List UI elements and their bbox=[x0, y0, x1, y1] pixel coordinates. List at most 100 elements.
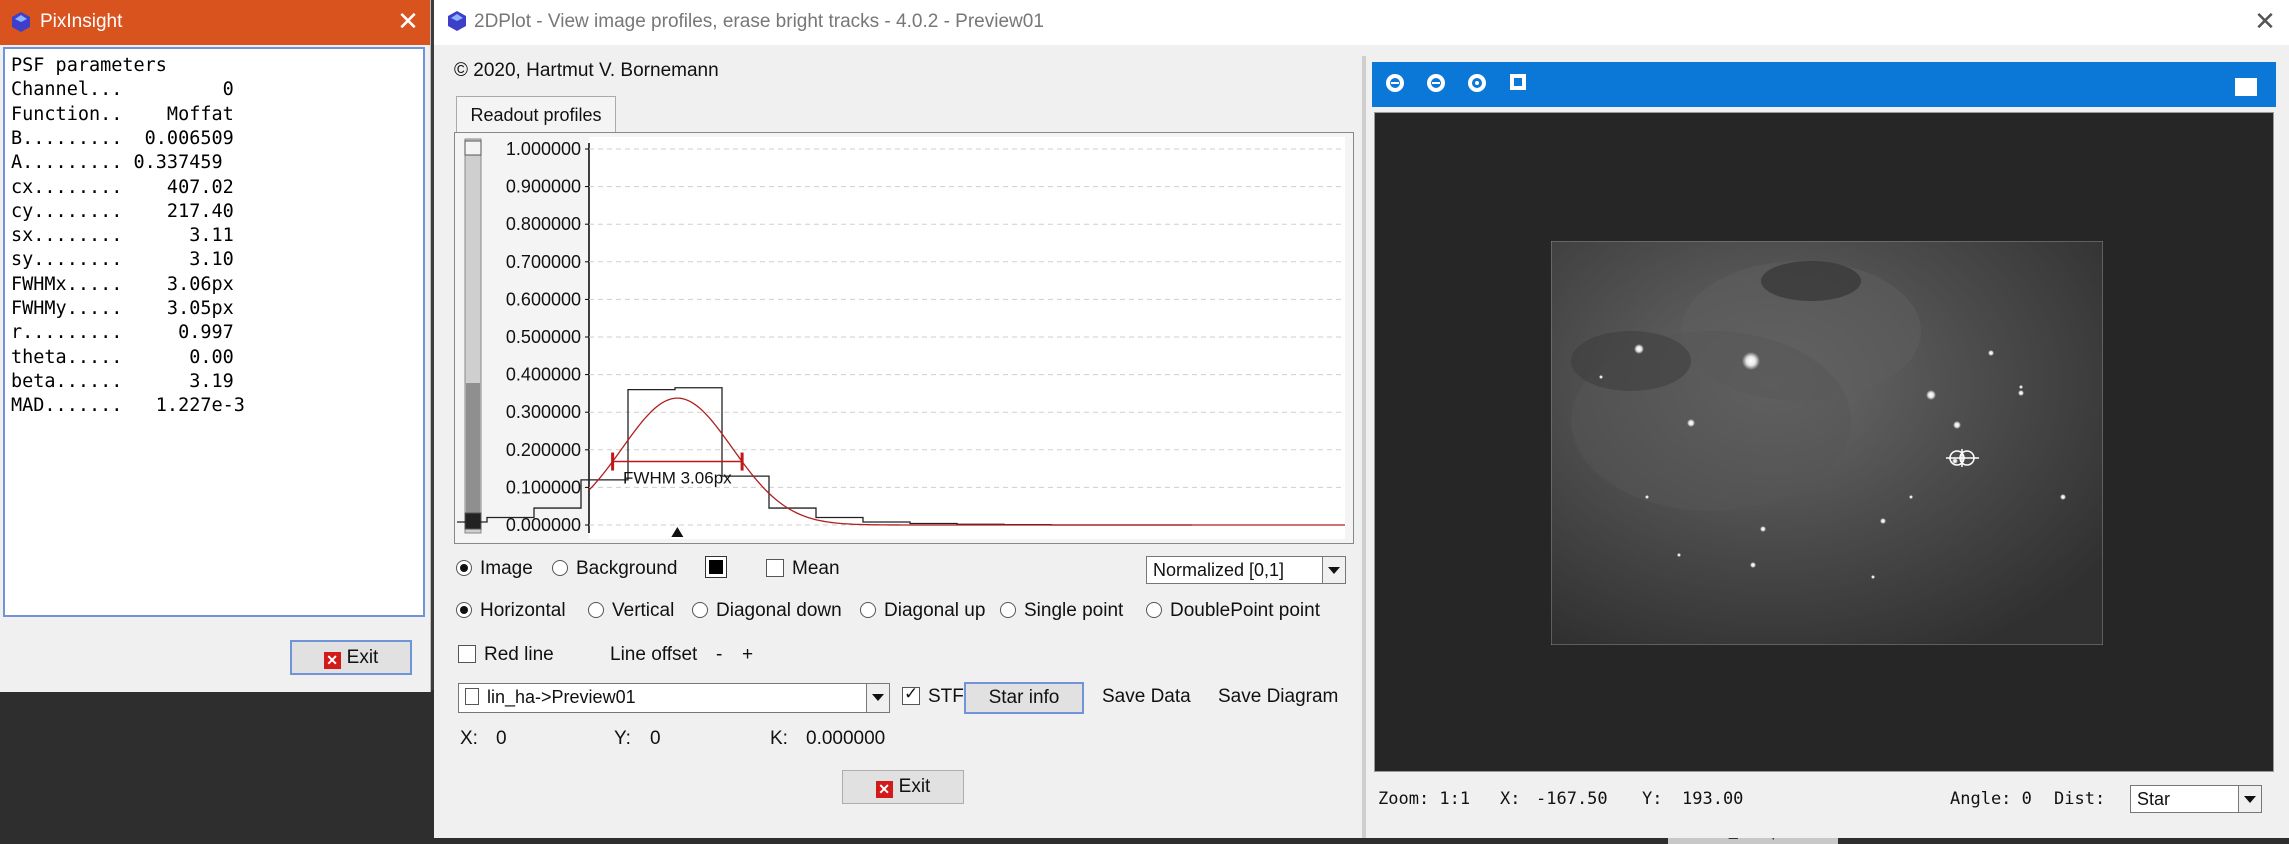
astro-image bbox=[1551, 241, 2103, 645]
red-line-checkbox-box bbox=[458, 645, 476, 663]
diagonal-up-radio[interactable]: Diagonal up bbox=[860, 600, 985, 622]
single-point-radio-dot bbox=[1000, 602, 1016, 618]
viewer-statusbar: Zoom: 1:1 X: -167.50 Y: 193.00 Angle: 0 … bbox=[1372, 778, 2276, 822]
readout-x-label: X: bbox=[460, 728, 478, 749]
psf-row: theta..... 0.00 bbox=[11, 346, 234, 368]
horizontal-radio[interactable]: Horizontal bbox=[456, 600, 566, 622]
psf-exit-label: Exit bbox=[346, 647, 379, 668]
readout-y-value: 0 bbox=[650, 728, 661, 749]
color-swatch[interactable] bbox=[705, 556, 727, 578]
image-radio-label: Image bbox=[480, 558, 533, 579]
star bbox=[2018, 390, 2024, 396]
zoom-fit-icon[interactable] bbox=[1468, 74, 1486, 92]
readout-k-label: K: bbox=[770, 728, 788, 749]
vertical-radio[interactable]: Vertical bbox=[588, 600, 674, 622]
line-offset-label: Line offset bbox=[610, 644, 698, 665]
zoom-out-icon[interactable] bbox=[1427, 74, 1445, 92]
plot-window-title: 2DPlot - View image profiles, erase brig… bbox=[474, 11, 1044, 32]
background-radio[interactable]: Background bbox=[552, 558, 677, 580]
diagonal-up-radio-dot bbox=[860, 602, 876, 618]
star bbox=[1953, 421, 1961, 429]
double-point-radio[interactable]: DoublePoint point bbox=[1146, 600, 1320, 622]
stf-label: STF bbox=[928, 686, 964, 707]
star bbox=[1926, 390, 1936, 400]
background-radio-dot bbox=[552, 560, 568, 576]
vertical-radio-dot bbox=[588, 602, 604, 618]
star bbox=[2060, 494, 2066, 500]
image-viewer[interactable] bbox=[1374, 112, 2274, 772]
psf-exit-button[interactable]: ✕ Exit bbox=[290, 640, 412, 675]
view-select[interactable]: lin_ha->Preview01 bbox=[458, 683, 890, 713]
window-icon[interactable] bbox=[2235, 78, 2257, 96]
star-info-button[interactable]: Star info bbox=[964, 682, 1084, 714]
diagonal-up-radio-label: Diagonal up bbox=[884, 600, 986, 621]
close-icon[interactable]: ✕ bbox=[393, 6, 423, 37]
tab-readout-profiles[interactable]: Readout profiles bbox=[456, 96, 616, 132]
mean-checkbox-label: Mean bbox=[792, 558, 840, 579]
psf-row: FWHMx..... 3.06px bbox=[11, 273, 234, 295]
dist-select[interactable]: Star bbox=[2130, 785, 2262, 813]
star bbox=[1988, 350, 1994, 356]
range-slider-fill bbox=[466, 383, 480, 529]
double-point-radio-dot bbox=[1146, 602, 1162, 618]
psf-window: PixInsight ✕ PSF parameters Channel... 0 F… bbox=[0, 0, 431, 692]
psf-row: Channel... 0 bbox=[11, 79, 234, 101]
psf-window-titlebar[interactable]: PixInsight ✕ bbox=[0, 0, 430, 45]
diagonal-down-radio[interactable]: Diagonal down bbox=[692, 600, 842, 622]
y-tick-label: 0.800000 bbox=[506, 214, 581, 234]
line-offset-minus-button[interactable]: - bbox=[716, 644, 722, 666]
image-radio[interactable]: Image bbox=[456, 558, 533, 580]
save-data-button[interactable]: Save Data bbox=[1102, 686, 1191, 708]
zoom-readout: Zoom: 1:1 bbox=[1378, 789, 1471, 809]
y-tick-label: 0.600000 bbox=[506, 289, 581, 309]
psf-row: MAD....... 1.227e-3 bbox=[11, 395, 245, 417]
psf-row: cy........ 217.40 bbox=[11, 200, 234, 222]
viewer-x-label: X: bbox=[1500, 789, 1521, 809]
readout-k-value: 0.000000 bbox=[806, 728, 886, 749]
readout-x-value: 0 bbox=[496, 728, 507, 749]
y-tick-label: 0.300000 bbox=[506, 402, 581, 422]
horizontal-radio-label: Horizontal bbox=[480, 600, 566, 621]
single-point-radio[interactable]: Single point bbox=[1000, 600, 1123, 622]
mean-checkbox-box bbox=[766, 559, 784, 577]
profile-chart: 1.000000 0.900000 0.800000 0.700000 0.600000… bbox=[457, 137, 1345, 539]
zoom-in-icon[interactable] bbox=[1386, 74, 1404, 92]
viewer-y-value: 193.00 bbox=[1682, 789, 1744, 809]
profile-plot[interactable]: 1.000000 0.900000 0.800000 0.700000 0.600000… bbox=[454, 132, 1354, 544]
psf-row: r......... 0.997 bbox=[11, 322, 234, 344]
star bbox=[1909, 495, 1913, 499]
background-radio-label: Background bbox=[576, 558, 678, 579]
zoom-actual-icon[interactable] bbox=[1510, 74, 1526, 90]
star bbox=[1742, 352, 1760, 370]
range-slider-bottom-handle bbox=[464, 512, 482, 530]
readout-y-label: Y: bbox=[614, 728, 631, 749]
plot-exit-button[interactable]: ✕ Exit bbox=[842, 770, 964, 804]
normalization-select[interactable]: Normalized [0,1] bbox=[1146, 556, 1346, 584]
exit-icon: ✕ bbox=[875, 781, 893, 798]
dist-select-value: Star bbox=[2137, 789, 2171, 809]
psf-row: sy........ 3.10 bbox=[11, 249, 234, 271]
y-tick-label: 0.400000 bbox=[506, 365, 581, 385]
pixinsight-logo-icon bbox=[448, 11, 466, 31]
line-offset-plus-button[interactable]: + bbox=[742, 644, 753, 666]
star bbox=[2019, 385, 2023, 389]
red-line-checkbox[interactable]: Red line bbox=[458, 644, 554, 666]
stf-checkbox-box bbox=[902, 684, 920, 705]
psf-row: beta...... 3.19 bbox=[11, 370, 234, 392]
y-tick-label: 0.200000 bbox=[506, 440, 581, 460]
psf-parameters-text[interactable]: PSF parameters Channel... 0 Function.. Mof… bbox=[3, 47, 425, 617]
single-point-radio-label: Single point bbox=[1024, 600, 1124, 621]
view-select-value: lin_ha->Preview01 bbox=[487, 687, 636, 707]
star bbox=[1760, 526, 1766, 532]
red-line-label: Red line bbox=[484, 644, 554, 665]
y-tick-label: 1.000000 bbox=[506, 139, 581, 159]
star bbox=[1880, 518, 1886, 524]
mean-checkbox[interactable]: Mean bbox=[766, 558, 840, 580]
stf-checkbox[interactable]: STF bbox=[902, 684, 964, 708]
panel-splitter[interactable] bbox=[1362, 56, 1366, 838]
star bbox=[1645, 495, 1649, 499]
psf-heading: PSF parameters bbox=[11, 55, 167, 76]
close-icon[interactable]: ✕ bbox=[2250, 6, 2280, 37]
save-diagram-button[interactable]: Save Diagram bbox=[1218, 686, 1338, 708]
plot-window-titlebar[interactable]: 2DPlot - View image profiles, erase brig… bbox=[434, 0, 2289, 45]
